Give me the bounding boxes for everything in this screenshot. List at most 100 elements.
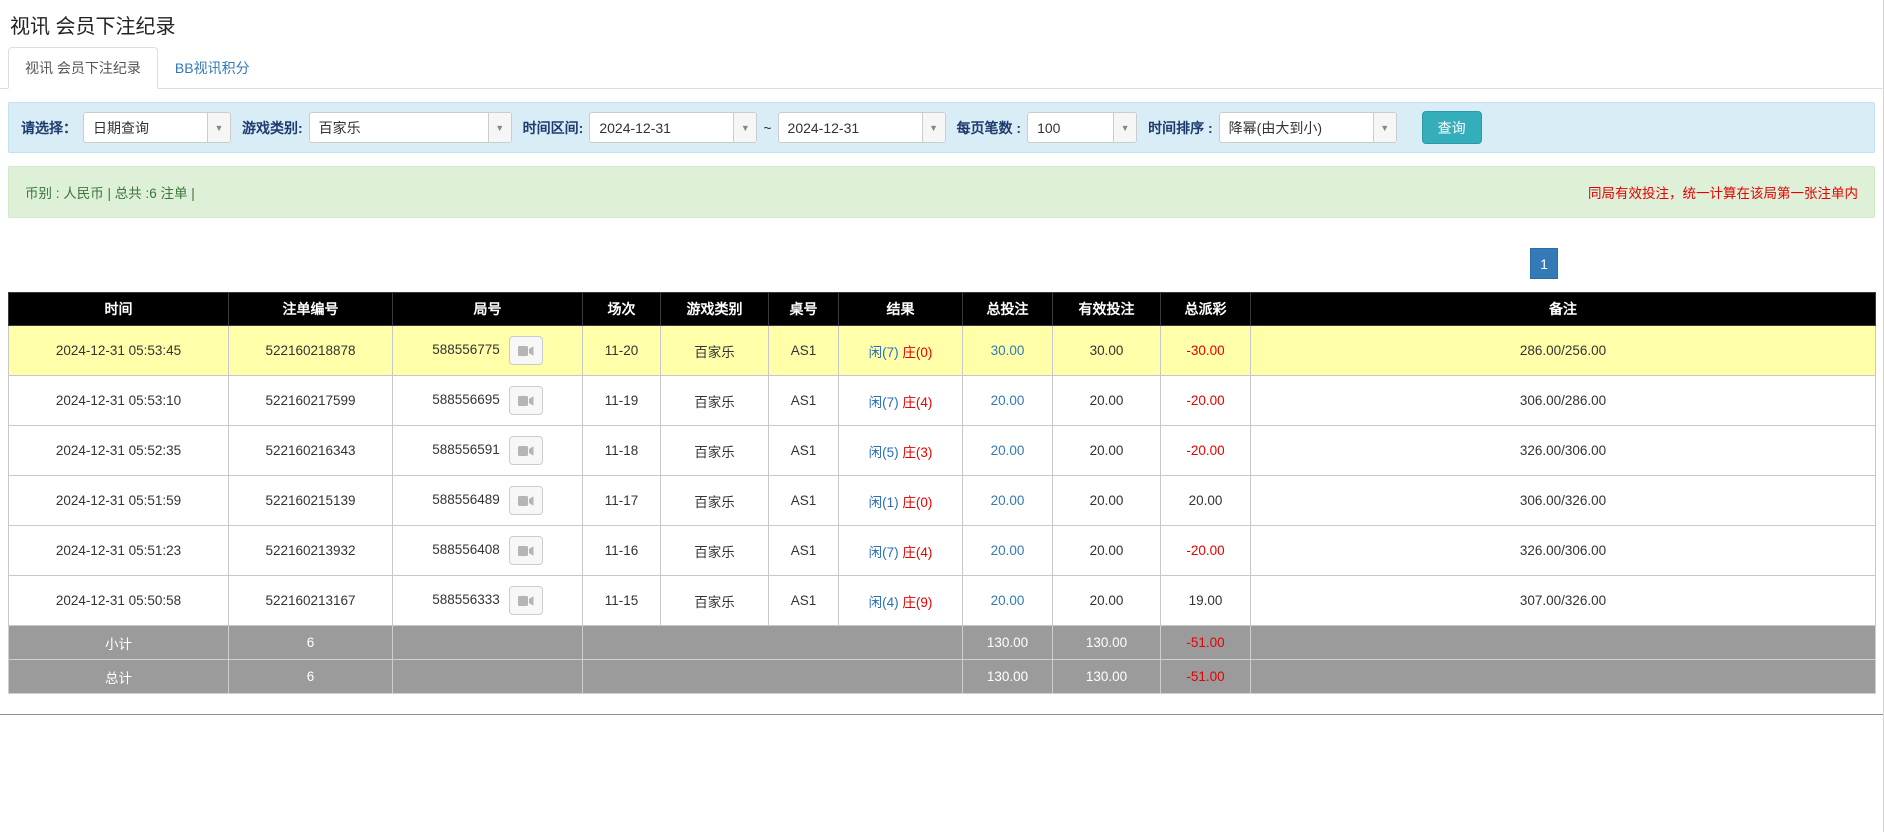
chevron-down-icon[interactable]: ▼ <box>922 113 945 142</box>
chevron-down-icon[interactable]: ▼ <box>207 113 230 142</box>
cell-game-type: 百家乐 <box>661 426 769 476</box>
sort-value: 降幂(由大到小) <box>1220 113 1373 142</box>
col-time: 时间 <box>9 293 229 326</box>
video-camera-icon <box>518 445 534 457</box>
date-to-input[interactable]: 2024-12-31 ▼ <box>778 112 946 143</box>
cell-table-no: AS1 <box>769 526 839 576</box>
cell-payout: -30.00 <box>1161 326 1251 376</box>
cell-valid-bet: 30.00 <box>1053 326 1161 376</box>
cell-remark: 306.00/326.00 <box>1251 476 1876 526</box>
video-camera-icon <box>518 545 534 557</box>
video-camera-icon <box>518 595 534 607</box>
pagination: 1 <box>8 248 1875 279</box>
cell-total-bet[interactable]: 20.00 <box>963 376 1053 426</box>
round-id-text: 588556591 <box>432 442 500 457</box>
currency-summary: 币别 : 人民币 | 总共 :6 注单 | <box>25 182 195 202</box>
time-range-group: 时间区间: 2024-12-31 ▼ ~ 2024-12-31 ▼ <box>523 112 946 143</box>
col-round-id: 局号 <box>393 293 583 326</box>
result-player: 闲(5) <box>869 445 899 460</box>
video-replay-button[interactable] <box>509 536 543 565</box>
subtotal-total-bet: 130.00 <box>963 626 1053 660</box>
col-table-no: 桌号 <box>769 293 839 326</box>
video-replay-button[interactable] <box>509 436 543 465</box>
cell-payout: 19.00 <box>1161 576 1251 626</box>
result-banker: 庄(4) <box>902 395 932 410</box>
cell-table-no: AS1 <box>769 376 839 426</box>
grand-total-empty-round <box>393 660 583 694</box>
result-banker: 庄(0) <box>902 495 932 510</box>
chevron-down-icon[interactable]: ▼ <box>733 113 756 142</box>
cell-round-id: 588556489 <box>393 476 583 526</box>
video-camera-icon <box>518 345 534 357</box>
video-camera-icon <box>518 395 534 407</box>
subtotal-empty-mid <box>583 626 963 660</box>
col-result: 结果 <box>839 293 963 326</box>
game-type-value: 百家乐 <box>310 113 488 142</box>
subtotal-valid-bet: 130.00 <box>1053 626 1161 660</box>
game-type-select[interactable]: 百家乐 ▼ <box>309 112 512 143</box>
cell-total-bet[interactable]: 30.00 <box>963 326 1053 376</box>
video-replay-button[interactable] <box>509 486 543 515</box>
cell-game-type: 百家乐 <box>661 526 769 576</box>
col-payout: 总派彩 <box>1161 293 1251 326</box>
cell-table-no: AS1 <box>769 476 839 526</box>
query-type-label: 请选择： <box>21 118 77 138</box>
notice-text: 同局有效投注，统一计算在该局第一张注单内 <box>1588 182 1858 202</box>
cell-table-no: AS1 <box>769 326 839 376</box>
page-size-group: 每页笔数 : 100 ▼ <box>957 112 1138 143</box>
table-row: 2024-12-31 05:53:45 522160218878 5885567… <box>9 326 1876 376</box>
page-size-value: 100 <box>1028 113 1113 142</box>
cell-result: 闲(4) 庄(9) <box>839 576 963 626</box>
cell-game-type: 百家乐 <box>661 576 769 626</box>
cell-total-bet[interactable]: 20.00 <box>963 526 1053 576</box>
cell-result: 闲(7) 庄(4) <box>839 526 963 576</box>
search-button[interactable]: 查询 <box>1422 111 1482 144</box>
cell-time: 2024-12-31 05:52:35 <box>9 426 229 476</box>
video-replay-button[interactable] <box>509 336 543 365</box>
cell-total-bet[interactable]: 20.00 <box>963 426 1053 476</box>
grand-total-row: 总计 6 130.00 130.00 -51.00 <box>9 660 1876 694</box>
time-range-label: 时间区间: <box>523 118 584 138</box>
video-replay-button[interactable] <box>509 386 543 415</box>
subtotal-row: 小计 6 130.00 130.00 -51.00 <box>9 626 1876 660</box>
tab-betting-records[interactable]: 视讯 会员下注纪录 <box>8 47 158 89</box>
video-replay-button[interactable] <box>509 586 543 615</box>
query-type-value: 日期查询 <box>84 113 207 142</box>
cell-remark: 286.00/256.00 <box>1251 326 1876 376</box>
table-row: 2024-12-31 05:50:58 522160213167 5885563… <box>9 576 1876 626</box>
cell-remark: 306.00/286.00 <box>1251 376 1876 426</box>
col-valid-bet: 有效投注 <box>1053 293 1161 326</box>
chevron-down-icon[interactable]: ▼ <box>1373 113 1396 142</box>
chevron-down-icon[interactable]: ▼ <box>488 113 511 142</box>
cell-total-bet[interactable]: 20.00 <box>963 576 1053 626</box>
table-body: 2024-12-31 05:53:45 522160218878 5885567… <box>9 326 1876 626</box>
cell-game-type: 百家乐 <box>661 326 769 376</box>
page-1-button[interactable]: 1 <box>1530 248 1558 279</box>
round-id-text: 588556408 <box>432 542 500 557</box>
result-banker: 庄(9) <box>902 595 932 610</box>
cell-time: 2024-12-31 05:51:23 <box>9 526 229 576</box>
cell-session: 11-17 <box>583 476 661 526</box>
cell-result: 闲(1) 庄(0) <box>839 476 963 526</box>
date-from-value: 2024-12-31 <box>590 113 733 142</box>
page-size-select[interactable]: 100 ▼ <box>1027 112 1137 143</box>
sort-select[interactable]: 降幂(由大到小) ▼ <box>1219 112 1397 143</box>
tab-bb-video-points[interactable]: BB视讯积分 <box>158 47 267 89</box>
cell-total-bet[interactable]: 20.00 <box>963 476 1053 526</box>
subtotal-payout: -51.00 <box>1161 626 1251 660</box>
subtotal-count: 6 <box>229 626 393 660</box>
chevron-down-icon[interactable]: ▼ <box>1113 113 1136 142</box>
result-banker: 庄(0) <box>902 345 932 360</box>
round-id-text: 588556333 <box>432 592 500 607</box>
grand-total-label: 总计 <box>9 660 229 694</box>
grand-total-count: 6 <box>229 660 393 694</box>
summary-bar: 币别 : 人民币 | 总共 :6 注单 | 同局有效投注，统一计算在该局第一张注… <box>8 166 1875 218</box>
cell-valid-bet: 20.00 <box>1053 376 1161 426</box>
cell-bet-id: 522160218878 <box>229 326 393 376</box>
table-row: 2024-12-31 05:51:23 522160213932 5885564… <box>9 526 1876 576</box>
cell-time: 2024-12-31 05:53:45 <box>9 326 229 376</box>
date-from-input[interactable]: 2024-12-31 ▼ <box>589 112 757 143</box>
cell-bet-id: 522160213932 <box>229 526 393 576</box>
result-banker: 庄(3) <box>902 445 932 460</box>
query-type-select[interactable]: 日期查询 ▼ <box>83 112 231 143</box>
